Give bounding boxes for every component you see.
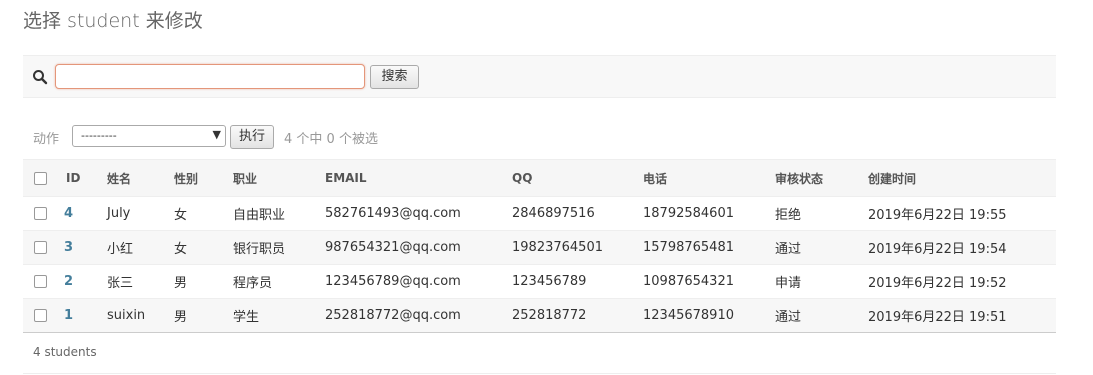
select-all-cell [23, 159, 55, 197]
paginator: 4 students [23, 332, 1056, 374]
name-cell: 张三 [107, 264, 174, 299]
status-cell: 通过 [775, 298, 868, 333]
result-count: 4 students [33, 345, 97, 359]
action-label: 动作 [33, 132, 60, 147]
job-cell: 自由职业 [233, 196, 325, 231]
page-title: 选择 student 来修改 [23, 10, 203, 32]
action-select[interactable]: --------- ▼ [72, 125, 226, 147]
row-checkbox[interactable] [34, 275, 47, 288]
qq-cell: 252818772 [512, 298, 643, 333]
column-header-job[interactable]: 职业 [233, 159, 325, 197]
qq-cell: 2846897516 [512, 196, 643, 231]
table-header-row: ID 姓名 性别 职业 EMAIL QQ 电话 审核状态 创建时间 [23, 159, 1056, 197]
row-select-cell [23, 264, 55, 299]
id-cell: 4 [55, 196, 107, 231]
job-cell: 学生 [233, 298, 325, 333]
job-cell: 程序员 [233, 264, 325, 299]
column-header-status[interactable]: 审核状态 [775, 159, 868, 197]
phone-cell: 10987654321 [643, 264, 775, 299]
action-select-value: --------- [81, 129, 117, 142]
phone-cell: 12345678910 [643, 298, 775, 333]
id-cell: 3 [55, 230, 107, 265]
selection-counter: 4 个中 0 个被选 [284, 132, 378, 147]
column-header-phone[interactable]: 电话 [643, 159, 775, 197]
column-header-created[interactable]: 创建时间 [868, 159, 1056, 197]
id-cell: 1 [55, 298, 107, 333]
search-input[interactable] [55, 64, 365, 89]
job-cell: 银行职员 [233, 230, 325, 265]
column-header-name[interactable]: 姓名 [107, 159, 174, 197]
id-link[interactable]: 3 [64, 240, 73, 255]
actions-bar: 动作 --------- ▼ 执行 4 个中 0 个被选 [23, 124, 1056, 150]
results-table: ID 姓名 性别 职业 EMAIL QQ 电话 审核状态 创建时间 4 July… [23, 159, 1056, 333]
email-cell: 252818772@qq.com [325, 298, 512, 333]
email-cell: 123456789@qq.com [325, 264, 512, 299]
row-checkbox[interactable] [34, 309, 47, 322]
created-cell: 2019年6月22日 19:51 [868, 298, 1056, 333]
row-checkbox[interactable] [34, 207, 47, 220]
name-cell: 小红 [107, 230, 174, 265]
id-link[interactable]: 4 [64, 206, 73, 221]
gender-cell: 女 [174, 230, 233, 265]
table-row: 4 July 女 自由职业 582761493@qq.com 284689751… [23, 196, 1056, 231]
id-link[interactable]: 2 [64, 274, 73, 289]
status-cell: 申请 [775, 264, 868, 299]
row-select-cell [23, 230, 55, 265]
gender-cell: 男 [174, 298, 233, 333]
id-link[interactable]: 1 [64, 308, 73, 323]
email-cell: 987654321@qq.com [325, 230, 512, 265]
action-go-button[interactable]: 执行 [230, 125, 274, 149]
column-header-email[interactable]: EMAIL [325, 159, 512, 197]
column-header-qq[interactable]: QQ [512, 159, 643, 197]
row-checkbox[interactable] [34, 241, 47, 254]
row-select-cell [23, 298, 55, 333]
qq-cell: 123456789 [512, 264, 643, 299]
status-cell: 拒绝 [775, 196, 868, 231]
email-cell: 582761493@qq.com [325, 196, 512, 231]
search-icon [32, 69, 48, 85]
gender-cell: 女 [174, 196, 233, 231]
id-cell: 2 [55, 264, 107, 299]
name-cell: July [107, 196, 174, 231]
table-row: 3 小红 女 银行职员 987654321@qq.com 19823764501… [23, 230, 1056, 265]
qq-cell: 19823764501 [512, 230, 643, 265]
created-cell: 2019年6月22日 19:54 [868, 230, 1056, 265]
row-select-cell [23, 196, 55, 231]
status-cell: 通过 [775, 230, 868, 265]
search-button[interactable]: 搜索 [370, 65, 419, 89]
column-header-gender[interactable]: 性别 [174, 159, 233, 197]
table-row: 2 张三 男 程序员 123456789@qq.com 123456789 10… [23, 264, 1056, 299]
name-cell: suixin [107, 298, 174, 333]
phone-cell: 18792584601 [643, 196, 775, 231]
phone-cell: 15798765481 [643, 230, 775, 265]
created-cell: 2019年6月22日 19:55 [868, 196, 1056, 231]
gender-cell: 男 [174, 264, 233, 299]
table-row: 1 suixin 男 学生 252818772@qq.com 252818772… [23, 298, 1056, 333]
search-toolbar: 搜索 [23, 55, 1056, 98]
select-all-checkbox[interactable] [34, 172, 47, 185]
chevron-down-icon: ▼ [212, 128, 221, 141]
created-cell: 2019年6月22日 19:52 [868, 264, 1056, 299]
column-header-id[interactable]: ID [55, 159, 107, 197]
